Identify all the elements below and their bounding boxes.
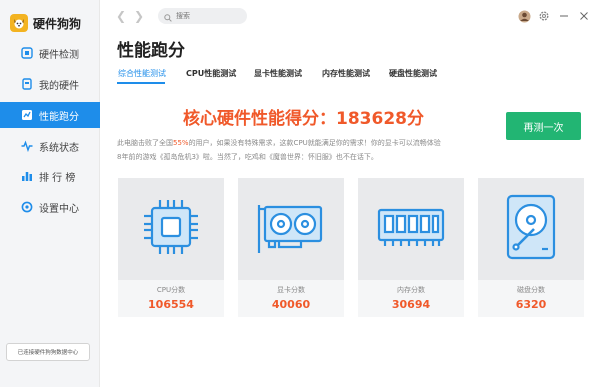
app-title: 硬件狗狗 [33, 16, 82, 31]
sidebar-item-label: 系统状态 [39, 142, 79, 154]
card-image [238, 178, 344, 280]
brand: 硬件狗狗 [10, 12, 81, 34]
tab-disk[interactable]: 硬盘性能测试 [389, 68, 437, 79]
retest-button[interactable]: 再测一次 [506, 112, 581, 140]
gpu-score-card: 显卡分数 40060 [238, 178, 344, 317]
card-value: 40060 [271, 298, 311, 311]
sidebar-item-my-hardware[interactable]: 我的硬件 [0, 71, 100, 97]
tab-cpu[interactable]: CPU性能测试 [186, 68, 236, 79]
search-input[interactable] [176, 12, 242, 20]
benchmark-icon [20, 109, 33, 122]
card-image [478, 178, 584, 280]
minimize-icon[interactable] [557, 9, 571, 23]
card-value: 6320 [515, 298, 547, 311]
close-icon[interactable] [577, 9, 591, 23]
back-arrow-icon[interactable]: ❮ [116, 9, 126, 23]
cpu-icon [138, 194, 204, 264]
data-center-status-button[interactable]: 已连接硬件狗狗数据中心 [6, 343, 90, 361]
sidebar-item-hardware-check[interactable]: 硬件检测 [0, 40, 100, 66]
sidebar-item-system-status[interactable]: 系统状态 [0, 133, 100, 159]
description-text: 此电脑击败了全国 [117, 139, 173, 147]
dog-logo-icon [10, 14, 28, 32]
memory-icon [375, 202, 447, 256]
forward-arrow-icon[interactable]: ❯ [134, 9, 144, 23]
card-label: 磁盘分数 [517, 286, 545, 294]
tab-gpu[interactable]: 显卡性能测试 [254, 68, 302, 79]
sidebar-item-label: 性能跑分 [39, 111, 79, 123]
sidebar-item-label: 硬件检测 [39, 49, 79, 61]
sidebar-item-label: 设置中心 [39, 203, 79, 215]
hardware-check-icon [20, 47, 33, 60]
sidebar-item-settings[interactable]: 设置中心 [0, 194, 100, 220]
search-icon [164, 7, 172, 26]
score-description: 此电脑击败了全国55%的用户，如果没有特殊需求，这款CPU就能满足你的需求！你的… [117, 136, 497, 164]
card-label: 显卡分数 [277, 286, 305, 294]
card-label: 内存分数 [397, 286, 425, 294]
system-status-icon [20, 140, 33, 153]
description-text: 的用户，如果没有特殊需求，这款CPU就能满足你的需求！你的显卡可以流畅体验 [188, 139, 441, 147]
disk-score-card: 磁盘分数 6320 [478, 178, 584, 317]
sidebar-item-label: 排 行 榜 [39, 172, 76, 184]
card-label: CPU分数 [156, 286, 186, 294]
active-tab-indicator [117, 82, 165, 84]
card-image [118, 178, 224, 280]
my-hardware-icon [20, 78, 33, 91]
page-title: 性能跑分 [117, 41, 185, 61]
card-value: 106554 [148, 298, 194, 311]
sidebar: 硬件狗狗 硬件检测 我的硬件 性能跑分 系统状态 排 行 榜 设置中心 已连接硬… [0, 0, 100, 387]
gpu-icon [255, 197, 327, 261]
search-box[interactable] [158, 8, 247, 24]
gear-icon[interactable] [537, 9, 551, 23]
memory-score-card: 内存分数 30694 [358, 178, 464, 317]
cpu-score-card: CPU分数 106554 [118, 178, 224, 317]
user-avatar-icon[interactable] [517, 9, 531, 23]
disk-icon [504, 193, 558, 265]
sidebar-item-benchmark[interactable]: 性能跑分 [0, 102, 100, 128]
total-score: 核心硬件性能得分：183628分 [183, 109, 424, 129]
ranking-icon [20, 170, 33, 183]
settings-icon [20, 201, 33, 214]
sidebar-item-ranking[interactable]: 排 行 榜 [0, 163, 100, 189]
tab-memory[interactable]: 内存性能测试 [322, 68, 370, 79]
description-text: 8年前的游戏《孤岛危机3》啦。当然了，吃鸡和《魔兽世界：怀旧服》也不在话下。 [117, 153, 378, 161]
tab-overall[interactable]: 综合性能测试 [118, 68, 166, 79]
sidebar-item-label: 我的硬件 [39, 80, 79, 92]
card-image [358, 178, 464, 280]
card-value: 30694 [391, 298, 431, 311]
beat-percent: 55% [173, 139, 189, 147]
